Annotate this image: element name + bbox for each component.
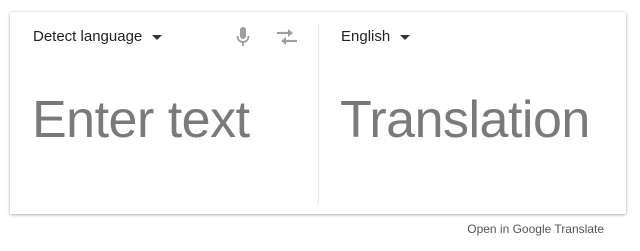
- translation-output: Translation: [340, 91, 590, 149]
- microphone-button[interactable]: [230, 24, 256, 50]
- source-text-input[interactable]: Enter text: [32, 90, 250, 150]
- open-in-google-translate-link[interactable]: Open in Google Translate: [467, 222, 604, 236]
- swap-languages-button[interactable]: [274, 24, 300, 50]
- target-language-dropdown[interactable]: English: [341, 28, 411, 45]
- swap-languages-icon: [277, 29, 297, 45]
- source-language-dropdown[interactable]: Detect language: [33, 28, 163, 45]
- target-language-label: English: [341, 28, 391, 45]
- translate-card: Detect language Enter text English Trans…: [10, 12, 626, 214]
- caret-down-icon: [152, 34, 163, 40]
- microphone-icon: [236, 27, 250, 46]
- source-language-label: Detect language: [33, 28, 143, 45]
- source-pane: Detect language Enter text: [10, 12, 318, 214]
- caret-down-icon: [400, 34, 411, 40]
- target-pane: English Translation: [319, 12, 626, 214]
